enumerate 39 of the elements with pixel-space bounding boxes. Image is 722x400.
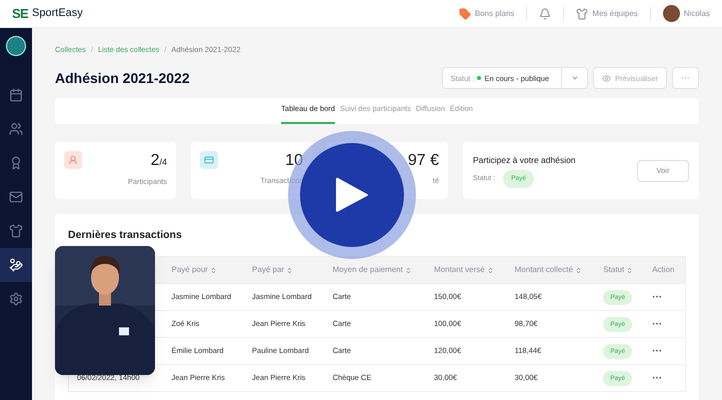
sort-icon[interactable] xyxy=(486,266,494,274)
user-name[interactable]: Nicolas xyxy=(684,8,710,20)
column-header[interactable]: Payé par xyxy=(252,264,294,276)
club-logo[interactable] xyxy=(6,36,26,56)
column-header[interactable]: Statut xyxy=(603,264,634,276)
hand-coins-icon[interactable] xyxy=(0,248,32,282)
shirt-icon xyxy=(576,8,588,20)
logo-mark: SE xyxy=(12,4,28,23)
row-actions-button[interactable]: ··· xyxy=(652,290,662,304)
sort-icon[interactable] xyxy=(404,266,412,274)
column-header[interactable]: Montant versé xyxy=(434,264,494,276)
row-actions-button[interactable]: ··· xyxy=(652,316,662,332)
page-title: Adhésion 2021-2022 xyxy=(55,68,190,88)
eye-icon xyxy=(602,74,612,83)
join-title: Participez à votre adhésion xyxy=(473,154,576,166)
stat-value: 2/4 xyxy=(150,151,167,172)
section-title: Dernières transactions xyxy=(68,228,183,244)
play-icon xyxy=(334,175,370,215)
stat-value: 10 xyxy=(285,151,303,172)
deals-link[interactable]: Bons plans xyxy=(474,8,514,20)
sort-icon[interactable] xyxy=(626,266,634,274)
stat-value: 97 € xyxy=(408,151,439,172)
column-header[interactable]: Action xyxy=(652,264,674,276)
row-actions-button[interactable]: ··· xyxy=(652,344,662,358)
tag-icon xyxy=(458,8,471,20)
sort-icon[interactable] xyxy=(210,266,217,274)
logo-text: SportEasy xyxy=(32,6,83,22)
user-avatar[interactable] xyxy=(662,5,680,22)
participants-icon xyxy=(64,151,82,170)
sort-icon[interactable] xyxy=(574,266,582,274)
card-icon xyxy=(200,151,218,170)
sort-icon[interactable] xyxy=(286,266,294,274)
row-actions-button[interactable]: ··· xyxy=(652,370,662,386)
column-header[interactable]: Montant collecté xyxy=(514,264,582,276)
more-button[interactable]: ··· xyxy=(672,67,699,90)
teams-link[interactable]: Mes équipes xyxy=(592,8,638,20)
column-header[interactable]: Moyen de paiement xyxy=(332,264,412,276)
bell-icon[interactable] xyxy=(539,8,552,20)
column-header[interactable]: Payé pour xyxy=(172,264,217,276)
